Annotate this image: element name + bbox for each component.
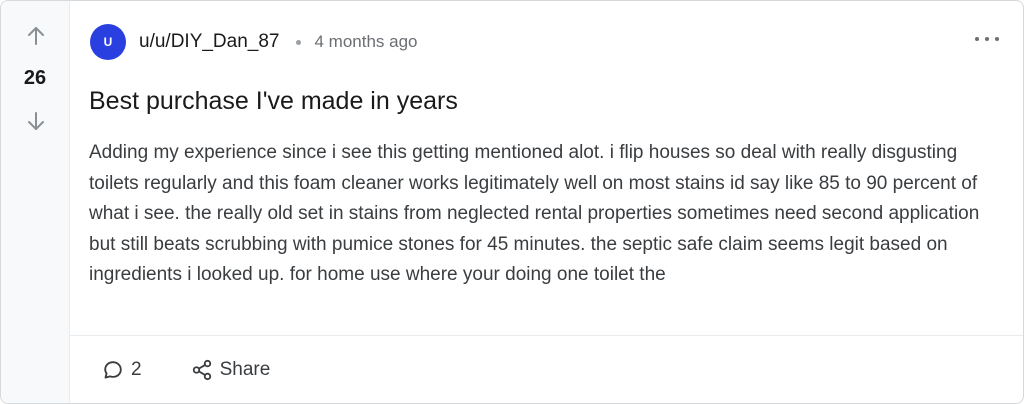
share-button[interactable]: Share [190, 358, 271, 382]
upvote-button[interactable] [23, 23, 49, 49]
username-link[interactable]: u/u/DIY_Dan_87 [139, 31, 280, 53]
action-bar: 2 Share [101, 356, 270, 384]
comment-card: 26 U u/u/DIY_Dan_87 4 months ago Best pu… [0, 0, 1024, 404]
vote-rail: 26 [1, 1, 70, 403]
vote-count: 26 [23, 67, 47, 89]
comments-count: 2 [131, 359, 142, 380]
post-meta: u/u/DIY_Dan_87 4 months ago [139, 28, 418, 56]
more-horizontal-icon-dot [995, 37, 999, 41]
post-body: Adding my experience since i see this ge… [89, 142, 980, 285]
arrow-up-icon [28, 27, 44, 45]
avatar[interactable]: U [90, 24, 126, 60]
share-icon [190, 358, 214, 382]
footer-divider [70, 335, 1023, 336]
comment-bubble-icon [101, 358, 125, 382]
downvote-button[interactable] [23, 108, 49, 134]
more-horizontal-icon-dot [985, 37, 989, 41]
arrow-down-icon [28, 112, 44, 130]
post-title: Best purchase I've made in years [89, 87, 458, 115]
share-label: Share [219, 359, 271, 380]
more-horizontal-icon [975, 37, 979, 41]
separator-dot [295, 39, 301, 45]
timestamp: 4 months ago [314, 32, 418, 51]
avatar-letter: U [103, 35, 113, 49]
comments-button[interactable]: 2 [101, 358, 142, 382]
more-options-button[interactable] [975, 31, 999, 47]
